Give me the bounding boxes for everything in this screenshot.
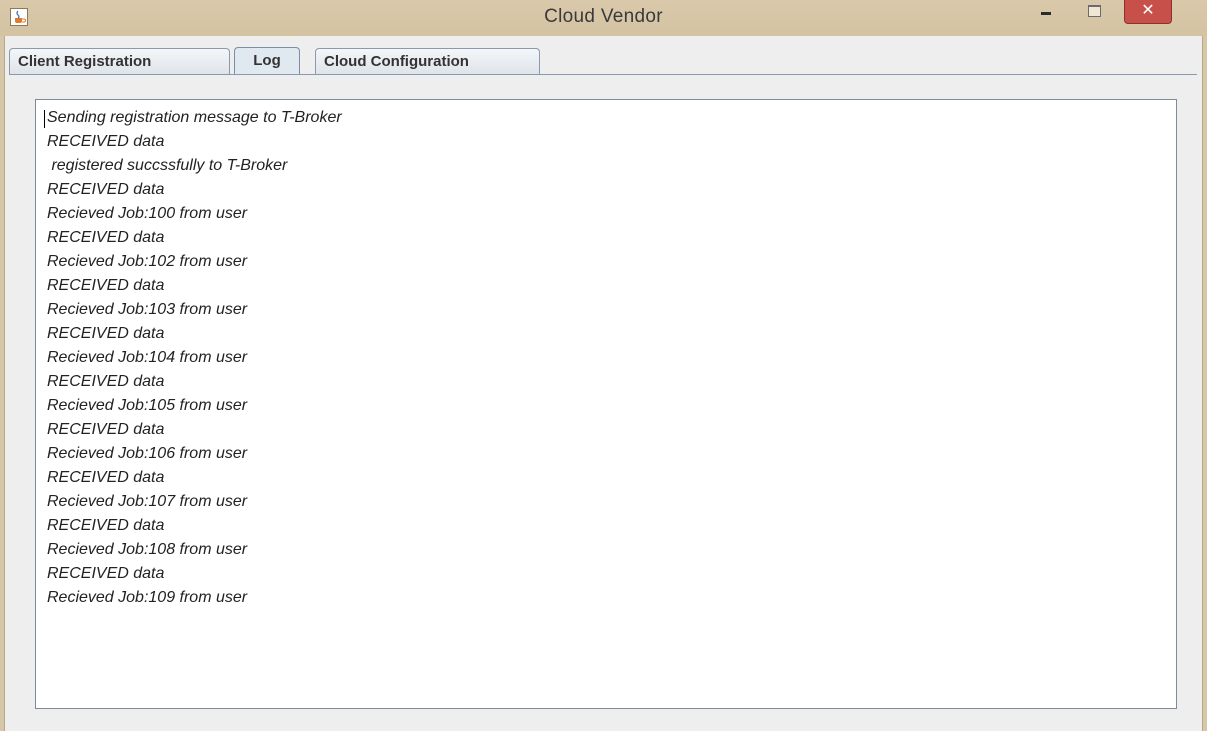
close-button[interactable]: ✕ (1124, 0, 1172, 24)
tab-panel-border (9, 74, 1197, 75)
log-line: RECEIVED data (47, 373, 165, 390)
log-line: RECEIVED data (47, 181, 165, 198)
log-content: Sending registration message to T-Broker… (43, 106, 1168, 700)
log-line: RECEIVED data (47, 421, 165, 438)
log-line: Recieved Job:104 from user (47, 349, 248, 366)
log-line: RECEIVED data (47, 229, 165, 246)
maximize-button[interactable] (1080, 0, 1108, 24)
tab-client-registration[interactable]: Client Registration (9, 48, 230, 74)
log-line: Recieved Job:106 from user (47, 445, 248, 462)
log-line: registered succssfully to T-Broker (47, 157, 288, 174)
window-title: Cloud Vendor (544, 6, 663, 27)
log-line: RECEIVED data (47, 517, 165, 534)
log-line: Sending registration message to T-Broker (47, 109, 342, 126)
log-line: RECEIVED data (47, 565, 165, 582)
minimize-button[interactable] (1032, 0, 1060, 24)
log-text-area[interactable]: Sending registration message to T-Broker… (35, 99, 1177, 709)
log-line: Recieved Job:102 from user (47, 253, 248, 270)
tab-cloud-configuration[interactable]: Cloud Configuration (315, 48, 540, 74)
log-line: RECEIVED data (47, 469, 165, 486)
log-line: Recieved Job:108 from user (47, 541, 248, 558)
client-area: Client Registration Log Cloud Configurat… (4, 36, 1203, 731)
app-window: Cloud Vendor ✕ Client Registration Log C… (0, 0, 1207, 731)
tab-log[interactable]: Log (234, 47, 300, 75)
log-line: RECEIVED data (47, 133, 165, 150)
log-line: Recieved Job:100 from user (47, 205, 248, 222)
text-caret (44, 110, 45, 128)
log-line: Recieved Job:107 from user (47, 493, 248, 510)
log-line: Recieved Job:109 from user (47, 589, 248, 606)
log-line: Recieved Job:103 from user (47, 301, 248, 318)
log-line: Recieved Job:105 from user (47, 397, 248, 414)
log-line: RECEIVED data (47, 325, 165, 342)
log-line: RECEIVED data (47, 277, 165, 294)
title-bar[interactable]: Cloud Vendor ✕ (0, 0, 1207, 36)
